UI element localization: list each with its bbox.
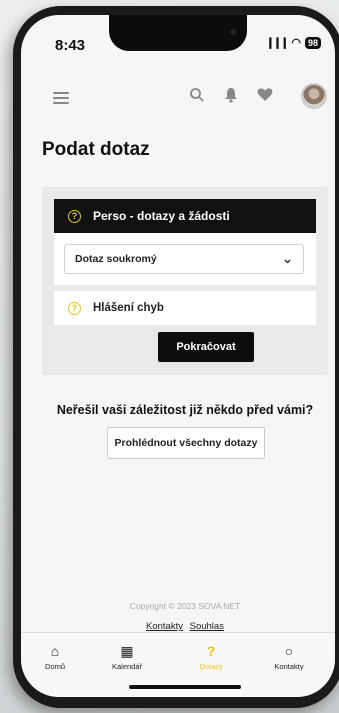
wifi-icon: ◠ (291, 37, 301, 49)
home-indicator[interactable] (129, 685, 241, 689)
category-label: Perso - dotazy a žádosti (93, 209, 230, 223)
avatar[interactable] (301, 83, 327, 109)
footer-links: Kontakty Souhlas (21, 621, 335, 632)
status-icons: ❙❙❙ ◠ 98 (266, 36, 321, 49)
heart-icon[interactable] (257, 87, 273, 102)
select-value: Dotaz soukromý (75, 253, 157, 265)
query-form-panel: ? Perso - dotazy a žádosti Dotaz soukrom… (42, 187, 328, 375)
footer-link-consent[interactable]: Souhlas (190, 621, 224, 632)
bell-icon[interactable] (224, 87, 238, 103)
tab-home[interactable]: ⌂ Domů (25, 643, 85, 671)
bottom-tab-bar: ⌂ Domů ▦ Kalendář ? Dotazy ○ Kontakty (21, 632, 335, 697)
question-icon: ? (206, 643, 216, 659)
copyright-text: Copyright © 2023 SOVA NET (129, 601, 241, 611)
tab-label: Dotazy (199, 662, 223, 671)
status-time: 8:43 (55, 37, 86, 54)
category-label: Hlášení chyb (93, 302, 164, 314)
query-type-select[interactable]: Dotaz soukromý ⌄ (64, 244, 304, 274)
calendar-icon: ▦ (120, 643, 134, 659)
app-screen: 8:43 ❙❙❙ ◠ 98 Podat dotaz ? Perso - dota… (21, 15, 335, 697)
signal-icon: ❙❙❙ (265, 37, 290, 49)
tab-queries[interactable]: ? Dotazy (181, 643, 241, 671)
notch (109, 15, 247, 51)
menu-icon[interactable] (53, 92, 69, 107)
camera-dot (230, 29, 236, 35)
battery-icon: 98 (304, 36, 321, 49)
browse-all-queries-button[interactable]: Prohlédnout všechny dotazy (107, 427, 265, 459)
page-title: Podat dotaz (42, 139, 150, 160)
select-container: Dotaz soukromý ⌄ (54, 233, 316, 285)
continue-button[interactable]: Pokračovat (158, 332, 254, 362)
home-icon: ⌂ (50, 643, 60, 659)
search-icon[interactable] (189, 87, 205, 103)
tab-label: Domů (44, 662, 65, 671)
person-icon: ○ (284, 643, 294, 659)
browse-prompt: Neřešil vaši záležitost již někdo před v… (56, 403, 314, 417)
category-item-bug-report[interactable]: ? Hlášení chyb (54, 291, 316, 325)
tab-calendar[interactable]: ▦ Kalendář (97, 643, 157, 671)
tab-label: Kontakty (274, 662, 304, 671)
footer-link-contacts[interactable]: Kontakty (146, 621, 183, 632)
tab-contacts[interactable]: ○ Kontakty (259, 643, 319, 671)
question-icon: ? (68, 209, 81, 223)
tab-label: Kalendář (111, 662, 143, 671)
category-header-perso[interactable]: ? Perso - dotazy a žádosti (54, 199, 316, 233)
question-icon: ? (68, 301, 81, 315)
chevron-down-icon: ⌄ (282, 251, 293, 266)
app-header (21, 83, 335, 113)
